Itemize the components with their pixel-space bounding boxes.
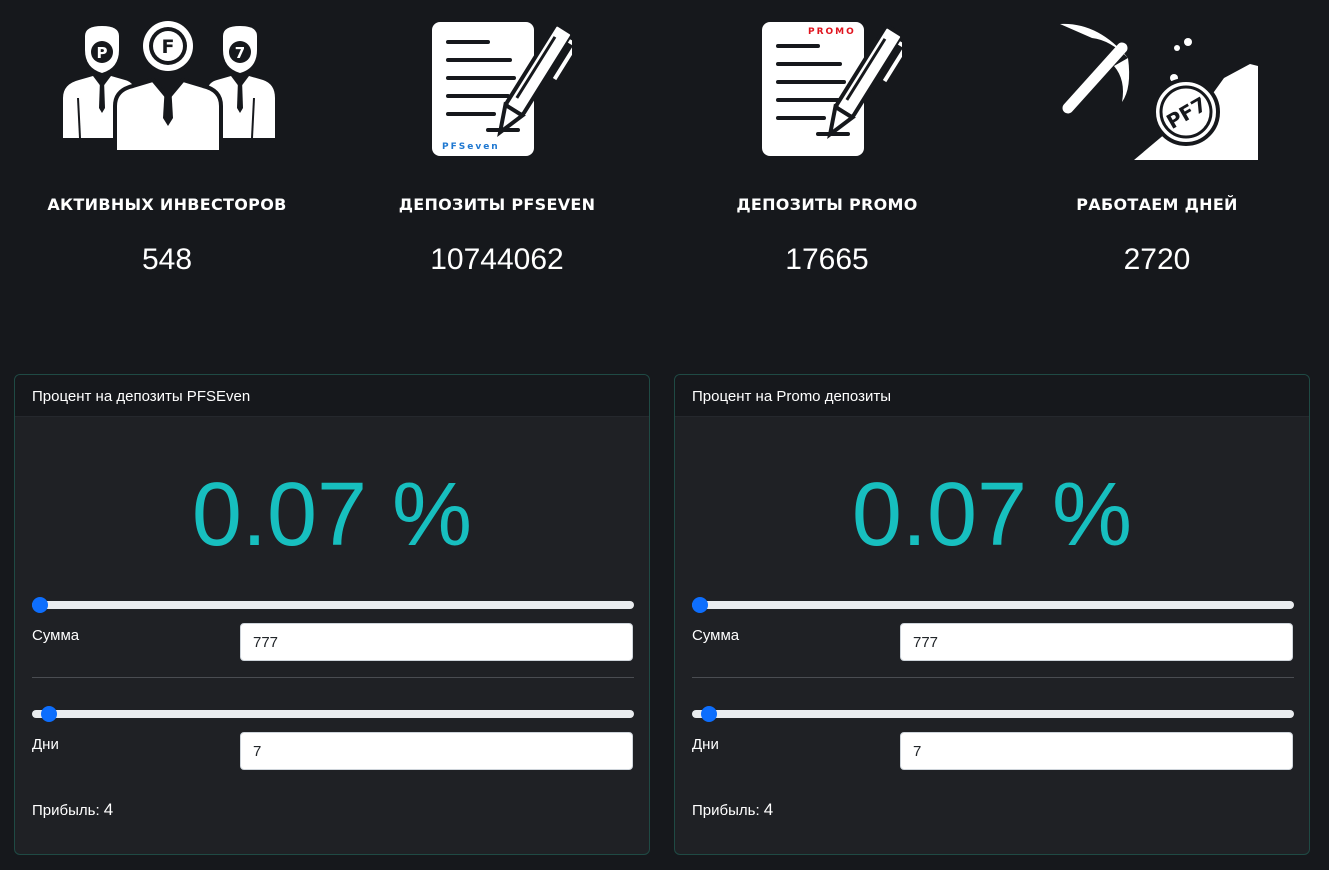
days-input[interactable] xyxy=(240,732,633,770)
profit-value: 4 xyxy=(763,800,774,819)
card-title: Процент на Promo депозиты xyxy=(675,375,1309,417)
percent-rate: 0.07 % xyxy=(851,465,1133,565)
days-input[interactable] xyxy=(900,732,1293,770)
amount-input[interactable] xyxy=(240,623,633,661)
stat-label: ДЕПОЗИТЫ PFSEVEN xyxy=(398,195,596,214)
stat-active-investors: P 7 F АКТИВНЫХ ИНВЕСТОРОВ 548 xyxy=(2,0,332,300)
calculator-card-pfseven: Процент на депозиты PFSEven 0.07 % Сумма… xyxy=(14,374,650,855)
mining-pickaxe-icon: PF7 xyxy=(1060,23,1258,160)
days-slider[interactable] xyxy=(32,706,634,722)
amount-label: Сумма xyxy=(32,627,80,644)
pfseven-deposit-document-icon: PFSeven xyxy=(432,22,572,156)
investor-badge-7: 7 xyxy=(235,44,245,62)
page: P 7 F АКТИВНЫХ ИНВЕСТОРОВ 548 PFSeven ДЕ… xyxy=(0,0,1329,870)
amount-slider-thumb[interactable] xyxy=(32,597,48,613)
calculator-card-promo: Процент на Promo депозиты 0.07 % Сумма Д… xyxy=(674,374,1310,855)
card-title: Процент на депозиты PFSEven xyxy=(15,375,649,417)
stat-value: 548 xyxy=(141,243,193,276)
amount-slider[interactable] xyxy=(32,597,634,613)
stat-promo-deposits: PROMO ДЕПОЗИТЫ PROMO 17665 xyxy=(662,0,992,300)
days-slider-thumb[interactable] xyxy=(700,706,717,722)
stat-label: ДЕПОЗИТЫ PROMO xyxy=(736,195,918,214)
stats-row: P 7 F АКТИВНЫХ ИНВЕСТОРОВ 548 PFSeven ДЕ… xyxy=(0,0,1329,300)
stat-pfseven-deposits: PFSeven ДЕПОЗИТЫ PFSEVEN 10744062 xyxy=(332,0,662,300)
stat-value: 2720 xyxy=(1123,243,1191,276)
days-label: Дни xyxy=(692,736,719,753)
stat-value: 10744062 xyxy=(430,243,564,276)
stat-value: 17665 xyxy=(785,243,869,276)
promo-icon-text: PROMO xyxy=(808,27,856,37)
profit-value: 4 xyxy=(103,800,114,819)
investors-icon: P 7 F xyxy=(63,21,275,154)
amount-slider[interactable] xyxy=(692,597,1294,613)
profit: Прибыль: 4 xyxy=(32,800,113,820)
amount-slider-thumb[interactable] xyxy=(692,597,708,613)
stat-label: АКТИВНЫХ ИНВЕСТОРОВ xyxy=(47,195,287,214)
pfseven-icon-text: PFSeven xyxy=(442,142,500,152)
stat-label: РАБОТАЕМ ДНЕЙ xyxy=(1076,195,1238,214)
profit-label: Прибыль: xyxy=(32,802,100,819)
percent-rate: 0.07 % xyxy=(191,465,473,565)
investor-badge-p: P xyxy=(97,44,108,62)
promo-deposit-document-icon: PROMO xyxy=(762,22,902,156)
amount-label: Сумма xyxy=(692,627,740,644)
investor-badge-f: F xyxy=(162,36,175,58)
divider xyxy=(692,677,1294,678)
profit: Прибыль: 4 xyxy=(692,800,773,820)
stat-working-days: PF7 РАБОТАЕМ ДНЕЙ 2720 xyxy=(992,0,1322,300)
days-label: Дни xyxy=(32,736,59,753)
amount-input[interactable] xyxy=(900,623,1293,661)
days-slider-thumb[interactable] xyxy=(40,706,57,722)
divider xyxy=(32,677,634,678)
days-slider[interactable] xyxy=(692,706,1294,722)
profit-label: Прибыль: xyxy=(692,802,760,819)
